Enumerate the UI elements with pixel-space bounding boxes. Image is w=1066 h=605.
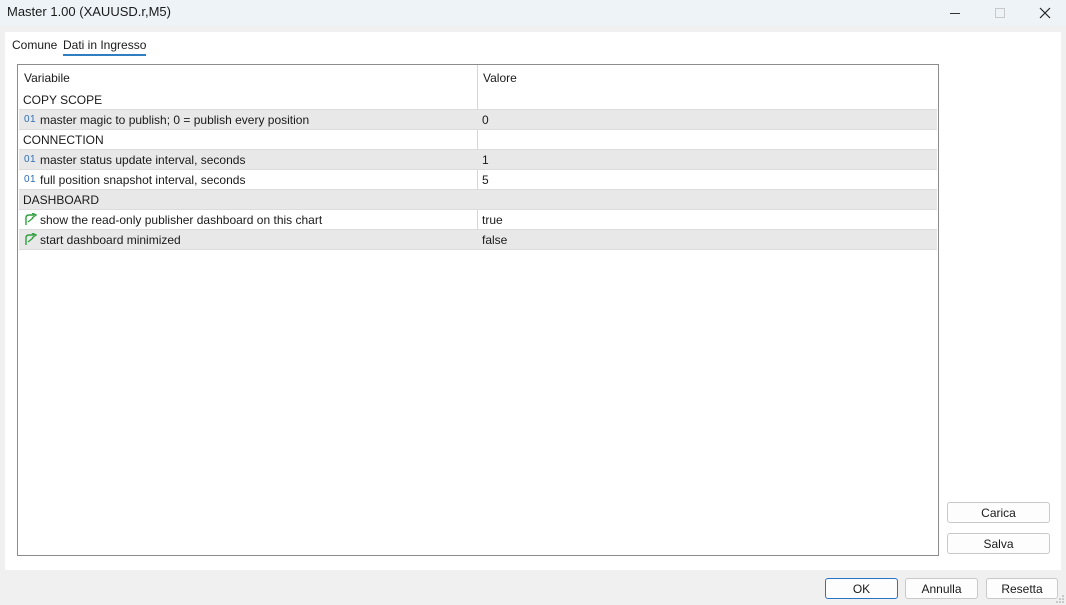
- param-label: full position snapshot interval, seconds: [40, 173, 246, 187]
- group-row-connection: CONNECTION: [19, 130, 937, 150]
- maximize-button[interactable]: [977, 0, 1023, 26]
- param-row-show-dashboard[interactable]: show the read-only publisher dashboard o…: [19, 210, 937, 230]
- param-row-snapshot-interval[interactable]: 01 full position snapshot interval, seco…: [19, 170, 937, 190]
- ok-button[interactable]: OK: [825, 578, 898, 599]
- param-label: master magic to publish; 0 = publish eve…: [40, 113, 310, 127]
- header-variable[interactable]: Variabile: [24, 71, 70, 85]
- dialog-panel: Comune Dati in Ingresso Variabile Valore…: [5, 32, 1061, 570]
- tab-comune[interactable]: Comune: [12, 38, 57, 54]
- param-row-start-minimized[interactable]: start dashboard minimized false: [19, 230, 937, 250]
- resize-grip-icon[interactable]: [1056, 595, 1064, 603]
- param-value[interactable]: 5: [482, 173, 489, 187]
- param-value[interactable]: true: [482, 213, 503, 227]
- integer-icon: 01: [24, 174, 37, 185]
- minimize-button[interactable]: [932, 0, 978, 26]
- group-label: COPY SCOPE: [23, 93, 103, 107]
- param-row-status-interval[interactable]: 01 master status update interval, second…: [19, 150, 937, 170]
- inputs-grid: Variabile Valore COPY SCOPE 01 master ma…: [17, 64, 939, 556]
- param-value[interactable]: 1: [482, 153, 489, 167]
- group-row-dashboard: DASHBOARD: [19, 190, 937, 210]
- param-label: show the read-only publisher dashboard o…: [40, 213, 323, 227]
- close-button[interactable]: [1022, 0, 1066, 26]
- window-title: Master 1.00 (XAUUSD.r,M5): [7, 4, 171, 19]
- close-icon: [1039, 7, 1051, 19]
- integer-icon: 01: [24, 154, 37, 165]
- param-label: start dashboard minimized: [40, 233, 181, 247]
- group-label: CONNECTION: [23, 133, 104, 147]
- param-value[interactable]: 0: [482, 113, 489, 127]
- tab-dati-in-ingresso[interactable]: Dati in Ingresso: [63, 38, 147, 56]
- group-label: DASHBOARD: [23, 193, 100, 207]
- bool-arrow-icon: [25, 233, 38, 245]
- save-button[interactable]: Salva: [947, 533, 1050, 554]
- bool-arrow-icon: [25, 213, 38, 225]
- cancel-button[interactable]: Annulla: [905, 578, 978, 599]
- maximize-icon: [995, 8, 1005, 18]
- param-label: master status update interval, seconds: [40, 153, 246, 167]
- minimize-icon: [950, 12, 960, 14]
- grid-header: Variabile Valore: [18, 65, 938, 90]
- param-row-magic[interactable]: 01 master magic to publish; 0 = publish …: [19, 110, 937, 130]
- load-button[interactable]: Carica: [947, 502, 1050, 523]
- integer-icon: 01: [24, 114, 37, 125]
- header-value[interactable]: Valore: [483, 71, 517, 85]
- param-value[interactable]: false: [482, 233, 507, 247]
- group-row-copy-scope: COPY SCOPE: [19, 90, 937, 110]
- title-bar: Master 1.00 (XAUUSD.r,M5): [0, 0, 1066, 26]
- reset-button[interactable]: Resetta: [986, 578, 1058, 599]
